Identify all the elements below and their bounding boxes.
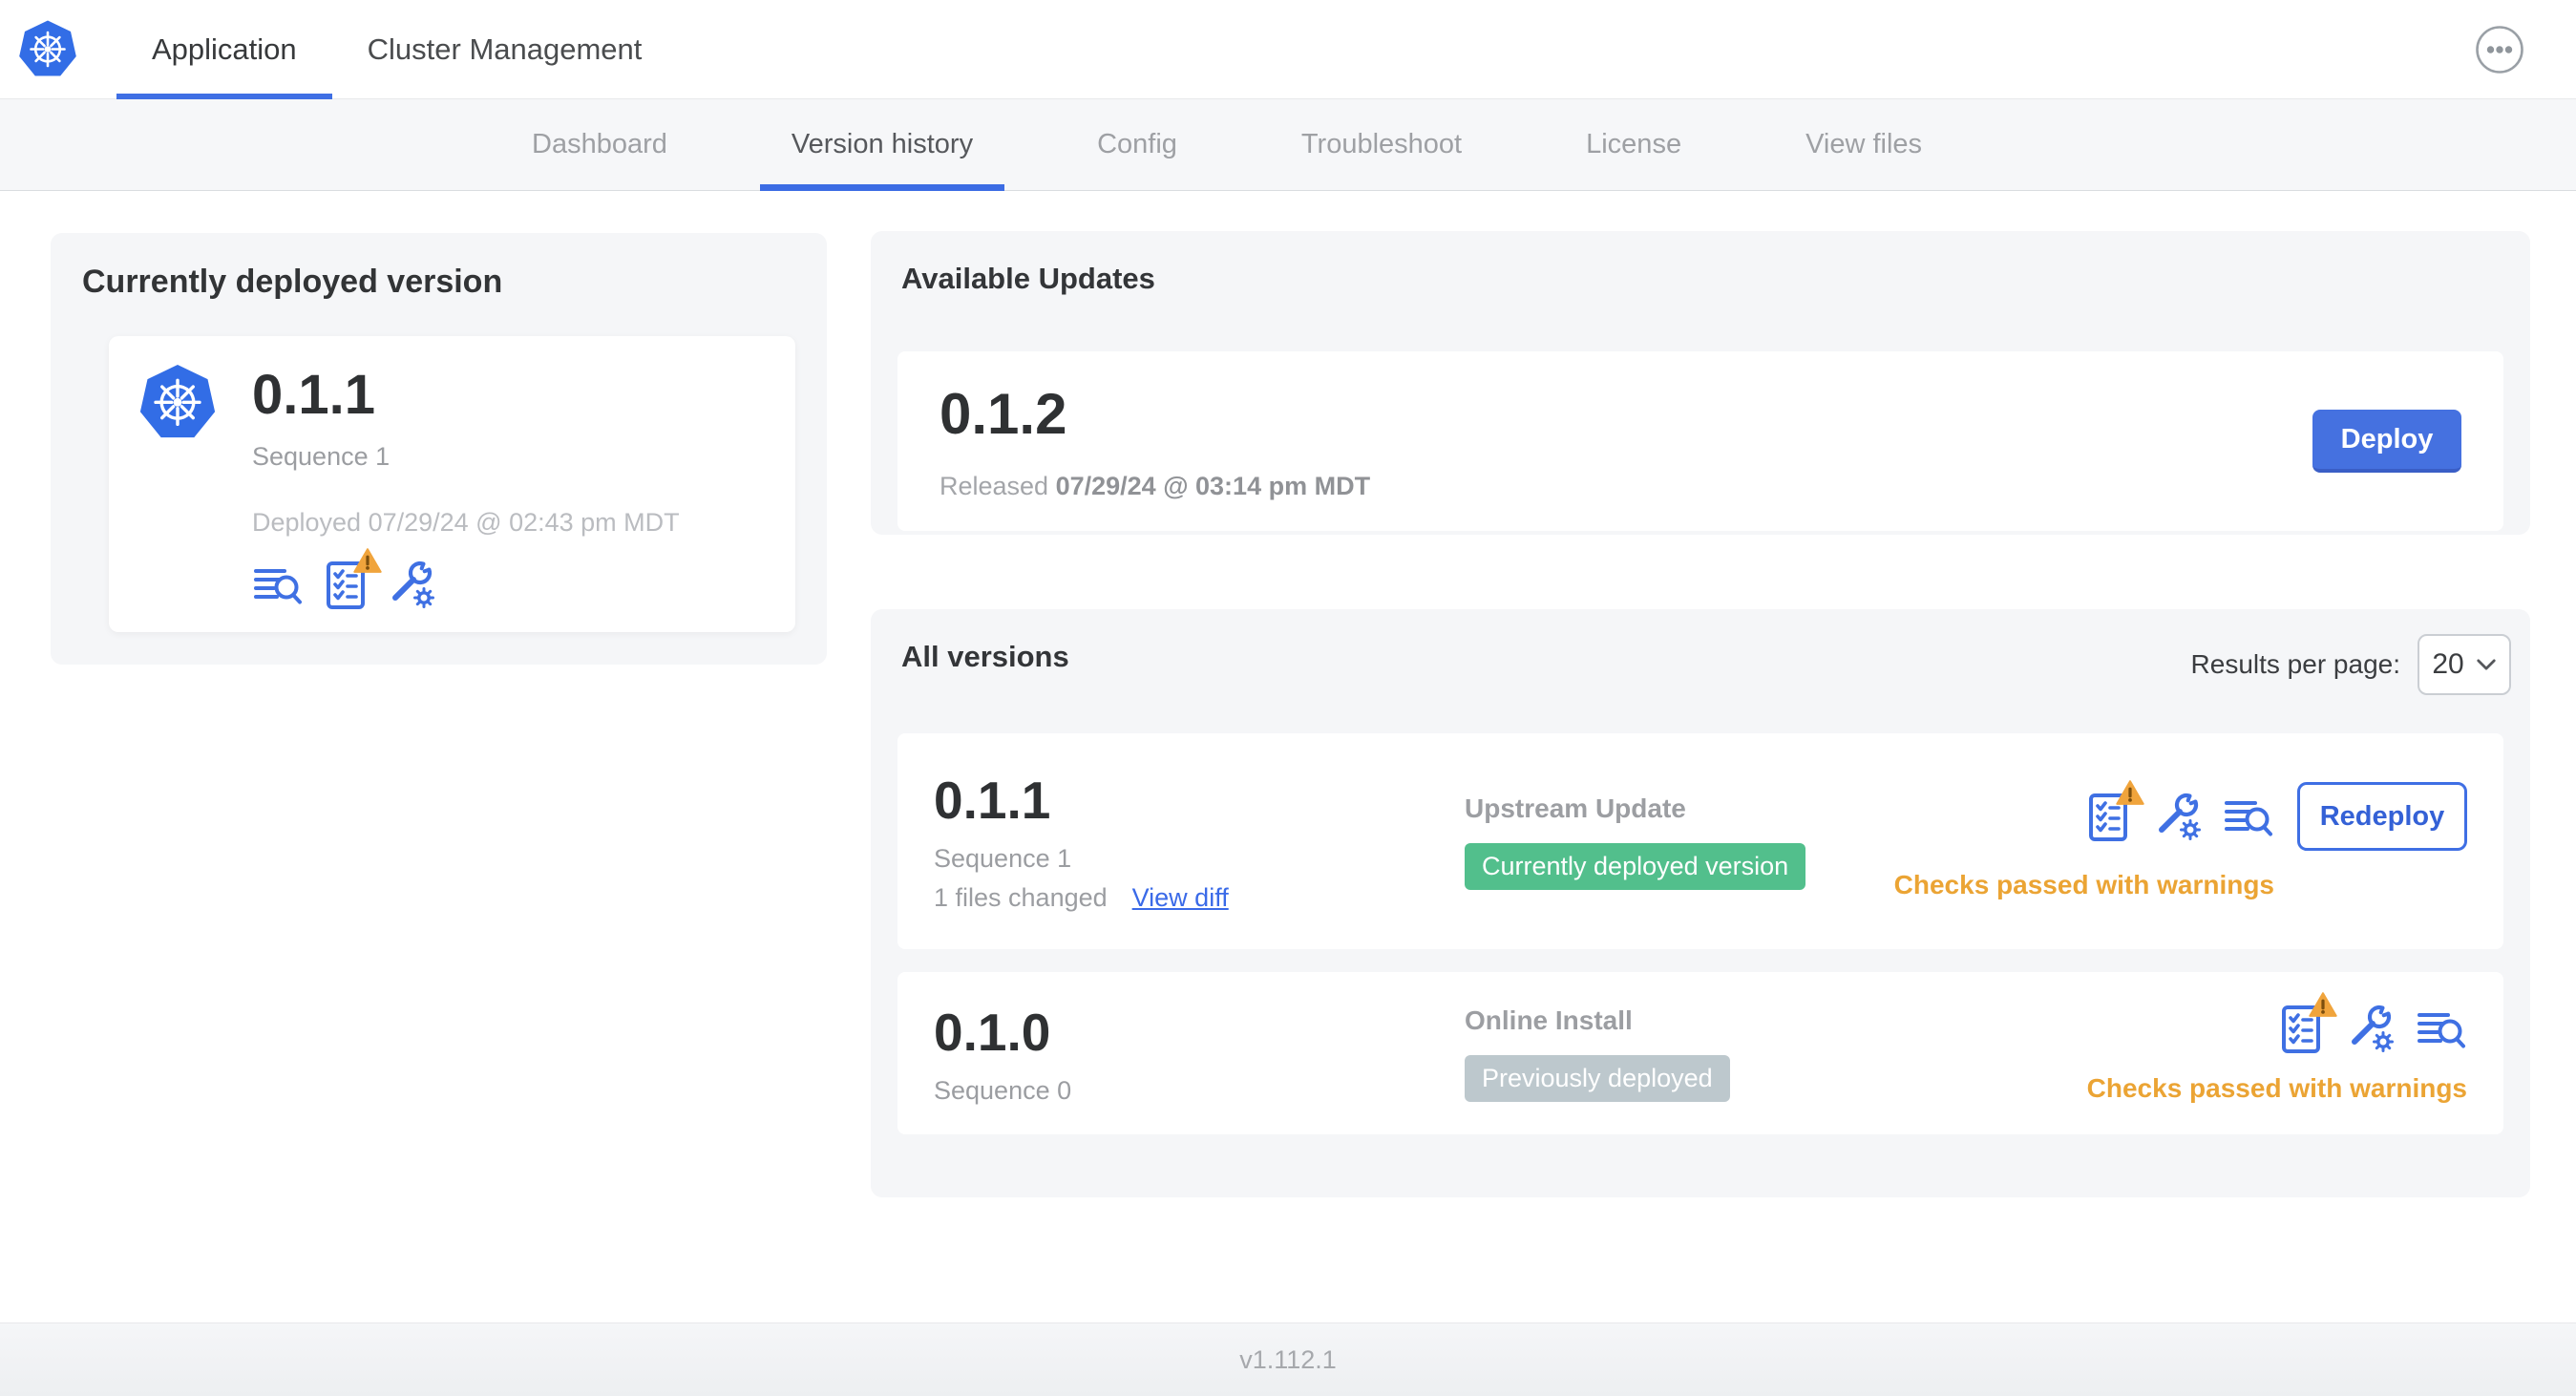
subnav-troubleshoot-label: Troubleshoot (1300, 129, 1463, 159)
results-per-page: Results per page: 20 (2191, 634, 2511, 695)
version-row-0-1-0: 0.1.0 Sequence 0 Online Install Previous… (897, 972, 2503, 1134)
deploy-button[interactable]: Deploy (2312, 410, 2461, 473)
subnav-item-config[interactable]: Config (1066, 99, 1209, 190)
row-sequence: Sequence 0 (934, 1075, 1072, 1105)
warning-triangle-icon (2309, 991, 2337, 1018)
row-files-changed: 1 files changed View diff (934, 883, 1465, 913)
config-values-icon[interactable] (2152, 791, 2204, 842)
app-sub-nav: Dashboard Version history Config Trouble… (0, 99, 2576, 191)
row-source-label: Online Install (1465, 1005, 1633, 1035)
available-updates-panel: Available Updates 0.1.2 Released 07/29/2… (871, 231, 2530, 535)
kubernetes-app-icon (137, 363, 218, 632)
update-release-line: Released 07/29/24 @ 03:14 pm MDT (940, 472, 1370, 501)
view-diff-link[interactable]: View diff (1132, 883, 1229, 913)
results-per-page-label: Results per page: (2190, 649, 2400, 679)
version-row-info: 0.1.1 Sequence 1 1 files changed View di… (934, 770, 1465, 913)
subnav-license-label: License (1586, 129, 1682, 159)
deployed-icon-row (252, 548, 680, 610)
release-notes-icon[interactable] (252, 559, 304, 610)
deployed-timestamp: Deployed 07/29/24 @ 02:43 pm MDT (252, 508, 680, 537)
checks-status-text[interactable]: Checks passed with warnings (1894, 870, 2274, 900)
preflight-checks-warning-icon[interactable] (319, 548, 382, 610)
currently-deployed-card: 0.1.1 Sequence 1 Deployed 07/29/24 @ 02:… (109, 336, 795, 632)
warning-triangle-icon (353, 547, 382, 574)
preflight-checks-warning-icon[interactable] (2081, 780, 2144, 842)
checks-status-text[interactable]: Checks passed with warnings (2087, 1073, 2467, 1104)
files-changed-text: 1 files changed (934, 883, 1108, 912)
row-icon-group (2274, 992, 2467, 1054)
app-logo (17, 0, 78, 98)
release-date: 07/29/24 @ 03:14 pm MDT (1055, 472, 1371, 500)
config-values-icon[interactable] (386, 559, 437, 610)
release-notes-icon[interactable] (2223, 791, 2274, 842)
subnav-item-dashboard[interactable]: Dashboard (500, 99, 699, 190)
subnav-version-history-label: Version history (791, 129, 974, 159)
subnav-config-label: Config (1097, 129, 1177, 159)
row-icon-group (2081, 780, 2274, 842)
subnav-item-license[interactable]: License (1554, 99, 1713, 190)
top-nav: Application Cluster Management (0, 0, 2576, 99)
preflight-checks-warning-icon[interactable] (2274, 992, 2337, 1054)
tab-application[interactable]: Application (116, 0, 332, 99)
subnav-view-files-label: View files (1805, 129, 1923, 159)
actions-row: Redeploy (2081, 780, 2467, 851)
row-version-number: 0.1.1 (934, 771, 1051, 830)
tab-cluster-management[interactable]: Cluster Management (332, 0, 678, 98)
subnav-item-view-files[interactable]: View files (1774, 99, 1953, 190)
app-root: Application Cluster Management Dashboard… (0, 0, 2576, 1396)
results-per-page-value: 20 (2432, 648, 2464, 680)
deployed-version-number: 0.1.1 (252, 364, 375, 426)
ellipsis-menu-icon[interactable] (2475, 25, 2524, 74)
version-row-source: Upstream Update Currently deployed versi… (1465, 793, 1894, 890)
version-row-actions: Checks passed with warnings (2087, 992, 2467, 1104)
app-footer: v1.112.1 (0, 1322, 2576, 1396)
release-prefix: Released (940, 472, 1049, 500)
update-version-number: 0.1.2 (940, 382, 1067, 446)
all-versions-title: All versions (901, 640, 1069, 673)
actions-row (2274, 992, 2467, 1054)
update-info: 0.1.2 Released 07/29/24 @ 03:14 pm MDT (940, 381, 1370, 501)
deployed-sequence: Sequence 1 (252, 442, 391, 471)
console-version: v1.112.1 (1239, 1344, 1337, 1374)
release-notes-icon[interactable] (2416, 1003, 2467, 1054)
currently-deployed-title: Currently deployed version (82, 264, 503, 300)
results-per-page-select[interactable]: 20 (2418, 634, 2511, 695)
main-content: Currently deployed version 0.1.1 Sequenc… (0, 191, 2576, 1322)
warning-triangle-icon (2116, 779, 2144, 806)
subnav-item-troubleshoot[interactable]: Troubleshoot (1270, 99, 1493, 190)
row-version-number: 0.1.0 (934, 1002, 1051, 1062)
top-nav-right (2475, 0, 2576, 98)
status-badge: Currently deployed version (1465, 842, 1806, 890)
redeploy-button[interactable]: Redeploy (2297, 782, 2467, 851)
row-sequence: Sequence 1 (934, 844, 1072, 873)
status-badge: Previously deployed (1465, 1054, 1730, 1102)
kubernetes-logo-icon (17, 19, 78, 80)
subnav-item-version-history[interactable]: Version history (759, 99, 1005, 191)
chevron-down-icon (2476, 658, 2497, 671)
all-versions-panel: All versions Results per page: 20 0.1.1 … (871, 609, 2530, 1197)
version-row-actions: Redeploy Checks passed with warnings (1894, 780, 2467, 900)
currently-deployed-panel: Currently deployed version 0.1.1 Sequenc… (51, 233, 827, 665)
version-row-source: Online Install Previously deployed (1465, 1005, 2087, 1102)
row-source-label: Upstream Update (1465, 793, 1686, 823)
config-values-icon[interactable] (2345, 1003, 2397, 1054)
version-row-0-1-1: 0.1.1 Sequence 1 1 files changed View di… (897, 733, 2503, 949)
subnav-dashboard-label: Dashboard (532, 129, 667, 159)
available-update-card: 0.1.2 Released 07/29/24 @ 03:14 pm MDT D… (897, 351, 2503, 531)
tab-application-label: Application (152, 32, 297, 66)
available-updates-title: Available Updates (901, 262, 1155, 295)
version-row-info: 0.1.0 Sequence 0 (934, 1002, 1465, 1106)
deployed-version-info: 0.1.1 Sequence 1 Deployed 07/29/24 @ 02:… (252, 363, 680, 632)
tab-cluster-management-label: Cluster Management (367, 32, 643, 66)
